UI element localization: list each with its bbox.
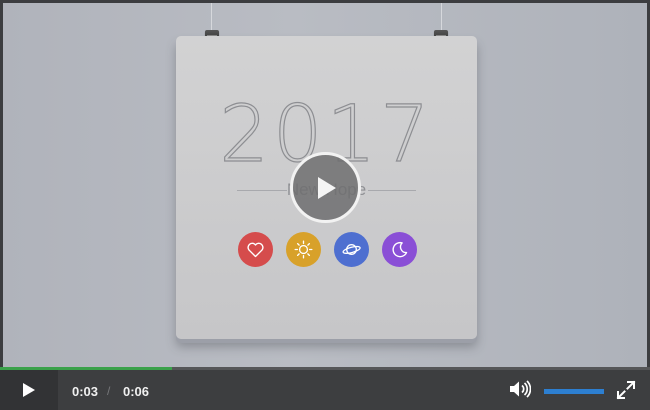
big-play-button[interactable]	[290, 152, 361, 223]
hanging-wire	[441, 3, 442, 31]
time-separator: /	[107, 384, 111, 398]
heart-icon	[238, 232, 273, 267]
volume-slider[interactable]	[544, 389, 604, 394]
sun-icon	[286, 232, 321, 267]
duration: 0:06	[123, 384, 150, 399]
fullscreen-icon[interactable]	[616, 380, 636, 405]
progress-bar[interactable]	[0, 367, 650, 370]
icon-row	[238, 232, 417, 267]
video-frame[interactable]: 2017 New Hope	[3, 3, 647, 367]
video-player: 2017 New Hope	[0, 0, 650, 410]
volume-icon[interactable]	[509, 380, 532, 403]
moon-icon	[382, 232, 417, 267]
play-button[interactable]	[0, 370, 58, 410]
play-icon	[23, 383, 35, 397]
hanging-wire	[211, 3, 212, 31]
current-time: 0:03	[72, 384, 99, 399]
planet-icon	[334, 232, 369, 267]
play-icon	[317, 176, 336, 199]
volume-level	[544, 389, 604, 394]
control-bar: 0:03 / 0:06	[0, 367, 650, 410]
